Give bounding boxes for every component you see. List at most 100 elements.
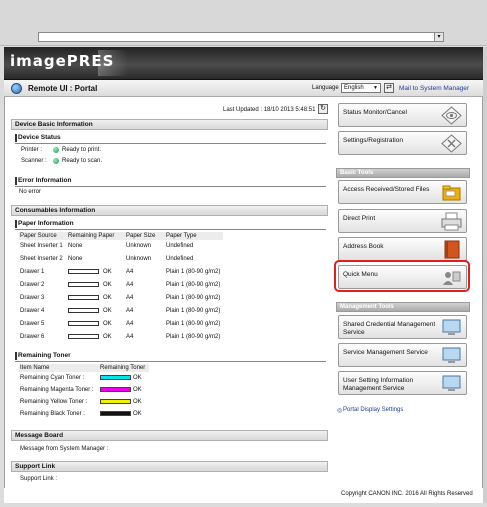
- printer-icon: [441, 212, 462, 231]
- button-label: Direct Print: [343, 215, 376, 222]
- button-label-line1: User Setting Information: [343, 377, 414, 384]
- button-label-line2: Management Service: [343, 385, 405, 392]
- service-management-button[interactable]: Service Management Service: [338, 343, 467, 367]
- bullet-icon: ◎: [337, 408, 343, 414]
- toner-name: Remaining Cyan Toner :: [20, 375, 85, 381]
- button-label: Settings/Registration: [343, 137, 403, 144]
- product-logo: imagePRES: [10, 52, 115, 70]
- error-text: No error: [19, 189, 42, 195]
- scanner-status: Ready to scan.: [62, 158, 103, 164]
- toner-level-bar: [100, 375, 131, 380]
- toner-level-bar: [100, 399, 131, 404]
- paper-header-type: Paper Type: [166, 233, 197, 239]
- paper-type: Plain 1 (80-90 g/m2): [166, 269, 221, 275]
- subsection-marker: [15, 220, 17, 228]
- paper-size: A4: [126, 295, 134, 301]
- portal-display-settings-link[interactable]: Portal Display Settings: [343, 407, 403, 413]
- paper-type: Plain 1 (80-90 g/m2): [166, 308, 221, 314]
- paper-source: Drawer 6: [20, 334, 45, 340]
- paper-remaining: OK: [103, 334, 112, 340]
- monitor-icon: [442, 319, 461, 335]
- button-label-line1: Shared Credential Management: [343, 321, 436, 328]
- subsection-marker: [15, 352, 17, 360]
- toner-title: Remaining Toner: [18, 352, 71, 359]
- divider: [15, 229, 326, 230]
- button-label-line2: Service: [343, 329, 365, 336]
- address-bar[interactable]: [38, 32, 444, 42]
- toner-status: OK: [133, 411, 142, 417]
- paper-info-title: Paper Information: [18, 220, 74, 227]
- paper-size: A4: [126, 321, 134, 327]
- toner-level-bar: [100, 387, 131, 392]
- paper-type: Undefined: [166, 256, 194, 262]
- paper-source: Drawer 2: [20, 282, 45, 288]
- paper-source: Drawer 4: [20, 308, 45, 314]
- paper-remaining: OK: [103, 321, 112, 327]
- paper-remaining: OK: [103, 282, 112, 288]
- scrollbar[interactable]: [483, 47, 487, 503]
- last-updated: Last Updated : 18/10 2013 5:48:51: [223, 107, 316, 113]
- toner-status: OK: [133, 399, 142, 405]
- mail-system-manager-link[interactable]: Mail to System Manager: [399, 85, 469, 92]
- button-label: Access Received/Stored Files: [343, 186, 430, 193]
- paper-remaining: OK: [103, 308, 112, 314]
- access-files-button[interactable]: Access Received/Stored Files: [338, 180, 467, 204]
- section-device-basic: Device Basic Information: [11, 119, 328, 130]
- paper-remaining: OK: [103, 269, 112, 275]
- paper-type: Plain 1 (80-90 g/m2): [166, 321, 221, 327]
- toner-name: Remaining Magenta Toner :: [20, 387, 94, 393]
- monitor-icon: [442, 375, 461, 391]
- language-apply-icon[interactable]: ⇄: [384, 83, 394, 93]
- paper-remaining: None: [68, 256, 83, 262]
- paper-size: A4: [126, 308, 134, 314]
- toner-level-bar: [100, 411, 131, 416]
- paper-level-bar: [68, 308, 99, 313]
- folder-icon: [442, 185, 461, 201]
- toner-status: OK: [133, 387, 142, 393]
- refresh-icon[interactable]: ↻: [318, 104, 328, 114]
- toner-status: OK: [133, 375, 142, 381]
- divider: [15, 143, 326, 144]
- paper-source: Drawer 5: [20, 321, 45, 327]
- user-setting-button[interactable]: User Setting Information Management Servi…: [338, 371, 467, 395]
- paper-source: Sheet Inserter 2: [20, 256, 63, 262]
- paper-size: A4: [126, 282, 134, 288]
- eye-icon: [441, 106, 462, 125]
- copyright: Copyright CANON INC. 2016 All Rights Res…: [341, 491, 473, 497]
- section-consumables: Consumables Information: [11, 205, 328, 216]
- paper-type: Plain 1 (80-90 g/m2): [166, 334, 221, 340]
- highlight-box: [334, 260, 470, 292]
- paper-source: Drawer 3: [20, 295, 45, 301]
- shared-credential-button[interactable]: Shared Credential Management Service: [338, 315, 467, 339]
- paper-header-remaining: Remaining Paper: [68, 233, 115, 239]
- direct-print-button[interactable]: Direct Print: [338, 209, 467, 233]
- button-label: Status Monitor/Cancel: [343, 109, 407, 116]
- paper-remaining: OK: [103, 295, 112, 301]
- divider: [15, 361, 326, 362]
- paper-size: Unknown: [126, 256, 152, 262]
- subsection-marker: [15, 134, 17, 142]
- paper-type: Undefined: [166, 243, 194, 249]
- message-board-text: Message from System Manager :: [20, 446, 109, 452]
- settings-registration-button[interactable]: Settings/Registration: [338, 131, 467, 155]
- button-label: Service Management Service: [343, 349, 428, 356]
- settings-icon: [441, 134, 462, 153]
- printer-status-icon: [53, 147, 59, 153]
- section-message-board: Message Board: [11, 430, 328, 441]
- paper-level-bar: [68, 321, 99, 326]
- scanner-label: Scanner :: [21, 158, 47, 164]
- address-book-icon: [444, 240, 460, 259]
- paper-level-bar: [68, 269, 99, 274]
- address-book-button[interactable]: Address Book: [338, 237, 467, 261]
- support-link-text: Support Link :: [20, 476, 58, 482]
- paper-header-size: Paper Size: [126, 233, 156, 239]
- button-label: Address Book: [343, 243, 384, 250]
- toner-header-item: Item Name: [20, 365, 50, 371]
- paper-size: A4: [126, 269, 134, 275]
- address-dropdown-icon[interactable]: ▾: [434, 32, 444, 42]
- paper-size: Unknown: [126, 243, 152, 249]
- chevron-down-icon[interactable]: ▼: [373, 85, 378, 91]
- paper-header-source: Paper Source: [20, 233, 57, 239]
- divider: [15, 186, 326, 187]
- status-monitor-button[interactable]: Status Monitor/Cancel: [338, 103, 467, 127]
